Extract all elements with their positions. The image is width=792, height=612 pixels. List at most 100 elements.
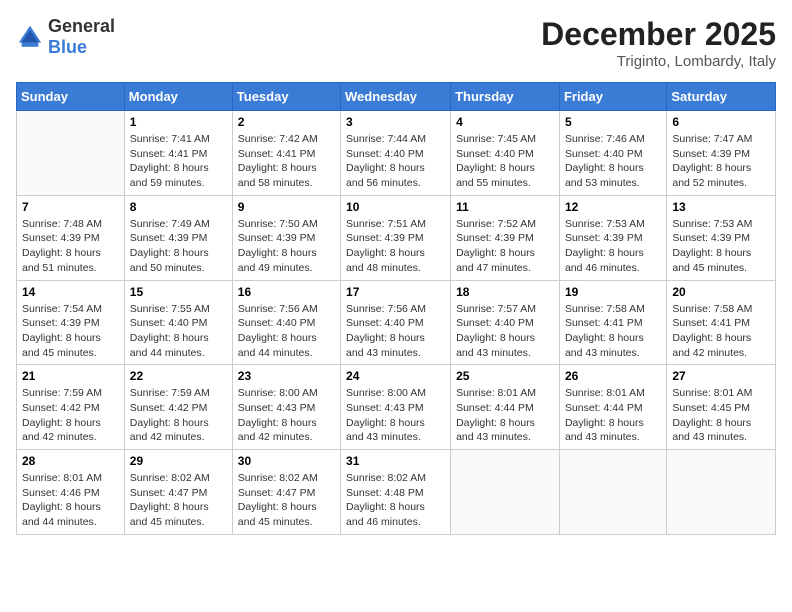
calendar-cell: 2 Sunrise: 7:42 AMSunset: 4:41 PMDaylight… bbox=[232, 111, 340, 196]
day-info: Sunrise: 7:53 AMSunset: 4:39 PMDaylight:… bbox=[672, 217, 770, 276]
calendar-cell: 11Sunrise: 7:52 AMSunset: 4:39 PMDayligh… bbox=[451, 195, 560, 280]
calendar-cell: 31 Sunrise: 8:02 AMSunset: 4:48 PMDayligh… bbox=[341, 450, 451, 535]
day-number: 26 bbox=[565, 369, 661, 383]
day-info: Sunrise: 7:56 AMSunset: 4:40 PMDaylight:… bbox=[346, 302, 445, 361]
day-number: 10 bbox=[346, 200, 445, 214]
weekday-header: Monday bbox=[124, 83, 232, 111]
day-number: 29 bbox=[130, 454, 227, 468]
day-info: Sunrise: 7:42 AMSunset: 4:41 PMDaylight:… bbox=[238, 132, 335, 191]
calendar-cell bbox=[559, 450, 666, 535]
day-number: 23 bbox=[238, 369, 335, 383]
calendar-cell: 25 Sunrise: 8:01 AMSunset: 4:44 PMDayligh… bbox=[451, 365, 560, 450]
calendar-cell: 8 Sunrise: 7:49 AMSunset: 4:39 PMDaylight… bbox=[124, 195, 232, 280]
calendar-cell bbox=[667, 450, 776, 535]
page-header: General Blue December 2025 Triginto, Lom… bbox=[16, 16, 776, 70]
day-info: Sunrise: 7:41 AMSunset: 4:41 PMDaylight:… bbox=[130, 132, 227, 191]
day-info: Sunrise: 8:01 AMSunset: 4:44 PMDaylight:… bbox=[565, 386, 661, 445]
calendar-cell: 28Sunrise: 8:01 AMSunset: 4:46 PMDayligh… bbox=[17, 450, 125, 535]
calendar-cell: 18 Sunrise: 7:57 AMSunset: 4:40 PMDayligh… bbox=[451, 280, 560, 365]
day-number: 1 bbox=[130, 115, 227, 129]
calendar-cell: 17 Sunrise: 7:56 AMSunset: 4:40 PMDayligh… bbox=[341, 280, 451, 365]
day-info: Sunrise: 7:48 AMSunset: 4:39 PMDaylight:… bbox=[22, 217, 119, 276]
calendar-cell: 5 Sunrise: 7:46 AMSunset: 4:40 PMDaylight… bbox=[559, 111, 666, 196]
day-number: 17 bbox=[346, 285, 445, 299]
logo: General Blue bbox=[16, 16, 115, 58]
day-info: Sunrise: 7:54 AMSunset: 4:39 PMDaylight:… bbox=[22, 302, 119, 361]
calendar-cell: 29 Sunrise: 8:02 AMSunset: 4:47 PMDayligh… bbox=[124, 450, 232, 535]
logo-blue: Blue bbox=[48, 37, 87, 57]
day-info: Sunrise: 7:58 AMSunset: 4:41 PMDaylight:… bbox=[672, 302, 770, 361]
day-info: Sunrise: 7:55 AMSunset: 4:40 PMDaylight:… bbox=[130, 302, 227, 361]
day-number: 11 bbox=[456, 200, 554, 214]
day-info: Sunrise: 8:02 AMSunset: 4:47 PMDaylight:… bbox=[130, 471, 227, 530]
calendar-cell: 3 Sunrise: 7:44 AMSunset: 4:40 PMDaylight… bbox=[341, 111, 451, 196]
day-number: 19 bbox=[565, 285, 661, 299]
day-number: 8 bbox=[130, 200, 227, 214]
day-number: 24 bbox=[346, 369, 445, 383]
day-info: Sunrise: 7:59 AMSunset: 4:42 PMDaylight:… bbox=[130, 386, 227, 445]
day-info: Sunrise: 8:01 AMSunset: 4:45 PMDaylight:… bbox=[672, 386, 770, 445]
weekday-header: Friday bbox=[559, 83, 666, 111]
calendar-cell: 14 Sunrise: 7:54 AMSunset: 4:39 PMDayligh… bbox=[17, 280, 125, 365]
weekday-header: Sunday bbox=[17, 83, 125, 111]
title-block: December 2025 Triginto, Lombardy, Italy bbox=[541, 16, 776, 70]
calendar-cell: 23 Sunrise: 8:00 AMSunset: 4:43 PMDayligh… bbox=[232, 365, 340, 450]
calendar-cell: 1 Sunrise: 7:41 AMSunset: 4:41 PMDaylight… bbox=[124, 111, 232, 196]
day-number: 30 bbox=[238, 454, 335, 468]
day-number: 22 bbox=[130, 369, 227, 383]
day-info: Sunrise: 7:53 AMSunset: 4:39 PMDaylight:… bbox=[565, 217, 661, 276]
day-number: 18 bbox=[456, 285, 554, 299]
calendar-cell: 30Sunrise: 8:02 AMSunset: 4:47 PMDayligh… bbox=[232, 450, 340, 535]
day-info: Sunrise: 8:01 AMSunset: 4:44 PMDaylight:… bbox=[456, 386, 554, 445]
day-number: 13 bbox=[672, 200, 770, 214]
day-number: 6 bbox=[672, 115, 770, 129]
location-title: Triginto, Lombardy, Italy bbox=[541, 53, 776, 70]
day-info: Sunrise: 7:57 AMSunset: 4:40 PMDaylight:… bbox=[456, 302, 554, 361]
day-number: 14 bbox=[22, 285, 119, 299]
calendar-cell: 9Sunrise: 7:50 AMSunset: 4:39 PMDaylight… bbox=[232, 195, 340, 280]
day-info: Sunrise: 7:56 AMSunset: 4:40 PMDaylight:… bbox=[238, 302, 335, 361]
day-number: 7 bbox=[22, 200, 119, 214]
calendar-cell: 24Sunrise: 8:00 AMSunset: 4:43 PMDayligh… bbox=[341, 365, 451, 450]
day-number: 12 bbox=[565, 200, 661, 214]
day-number: 16 bbox=[238, 285, 335, 299]
day-number: 31 bbox=[346, 454, 445, 468]
day-number: 5 bbox=[565, 115, 661, 129]
logo-general: General bbox=[48, 16, 115, 36]
day-number: 2 bbox=[238, 115, 335, 129]
day-info: Sunrise: 7:49 AMSunset: 4:39 PMDaylight:… bbox=[130, 217, 227, 276]
month-title: December 2025 bbox=[541, 16, 776, 53]
calendar-cell: 27 Sunrise: 8:01 AMSunset: 4:45 PMDayligh… bbox=[667, 365, 776, 450]
day-number: 27 bbox=[672, 369, 770, 383]
weekday-header: Wednesday bbox=[341, 83, 451, 111]
day-info: Sunrise: 8:01 AMSunset: 4:46 PMDaylight:… bbox=[22, 471, 119, 530]
calendar-cell: 26 Sunrise: 8:01 AMSunset: 4:44 PMDayligh… bbox=[559, 365, 666, 450]
weekday-header: Thursday bbox=[451, 83, 560, 111]
day-info: Sunrise: 8:00 AMSunset: 4:43 PMDaylight:… bbox=[238, 386, 335, 445]
calendar-cell: 15 Sunrise: 7:55 AMSunset: 4:40 PMDayligh… bbox=[124, 280, 232, 365]
calendar-cell: 20 Sunrise: 7:58 AMSunset: 4:41 PMDayligh… bbox=[667, 280, 776, 365]
calendar-cell: 12 Sunrise: 7:53 AMSunset: 4:39 PMDayligh… bbox=[559, 195, 666, 280]
logo-icon bbox=[16, 23, 44, 51]
day-number: 4 bbox=[456, 115, 554, 129]
day-info: Sunrise: 7:44 AMSunset: 4:40 PMDaylight:… bbox=[346, 132, 445, 191]
day-number: 3 bbox=[346, 115, 445, 129]
calendar-cell: 21Sunrise: 7:59 AMSunset: 4:42 PMDayligh… bbox=[17, 365, 125, 450]
calendar-cell: 6 Sunrise: 7:47 AMSunset: 4:39 PMDaylight… bbox=[667, 111, 776, 196]
day-info: Sunrise: 8:02 AMSunset: 4:48 PMDaylight:… bbox=[346, 471, 445, 530]
day-info: Sunrise: 7:45 AMSunset: 4:40 PMDaylight:… bbox=[456, 132, 554, 191]
day-number: 25 bbox=[456, 369, 554, 383]
day-number: 15 bbox=[130, 285, 227, 299]
calendar-cell bbox=[451, 450, 560, 535]
calendar-cell: 13 Sunrise: 7:53 AMSunset: 4:39 PMDayligh… bbox=[667, 195, 776, 280]
day-info: Sunrise: 7:47 AMSunset: 4:39 PMDaylight:… bbox=[672, 132, 770, 191]
weekday-header: Tuesday bbox=[232, 83, 340, 111]
logo-text: General Blue bbox=[48, 16, 115, 58]
calendar-cell: 4 Sunrise: 7:45 AMSunset: 4:40 PMDaylight… bbox=[451, 111, 560, 196]
day-info: Sunrise: 7:46 AMSunset: 4:40 PMDaylight:… bbox=[565, 132, 661, 191]
day-number: 20 bbox=[672, 285, 770, 299]
day-info: Sunrise: 7:58 AMSunset: 4:41 PMDaylight:… bbox=[565, 302, 661, 361]
calendar-cell: 7 Sunrise: 7:48 AMSunset: 4:39 PMDaylight… bbox=[17, 195, 125, 280]
calendar: SundayMondayTuesdayWednesdayThursdayFrid… bbox=[16, 82, 776, 535]
day-info: Sunrise: 7:59 AMSunset: 4:42 PMDaylight:… bbox=[22, 386, 119, 445]
